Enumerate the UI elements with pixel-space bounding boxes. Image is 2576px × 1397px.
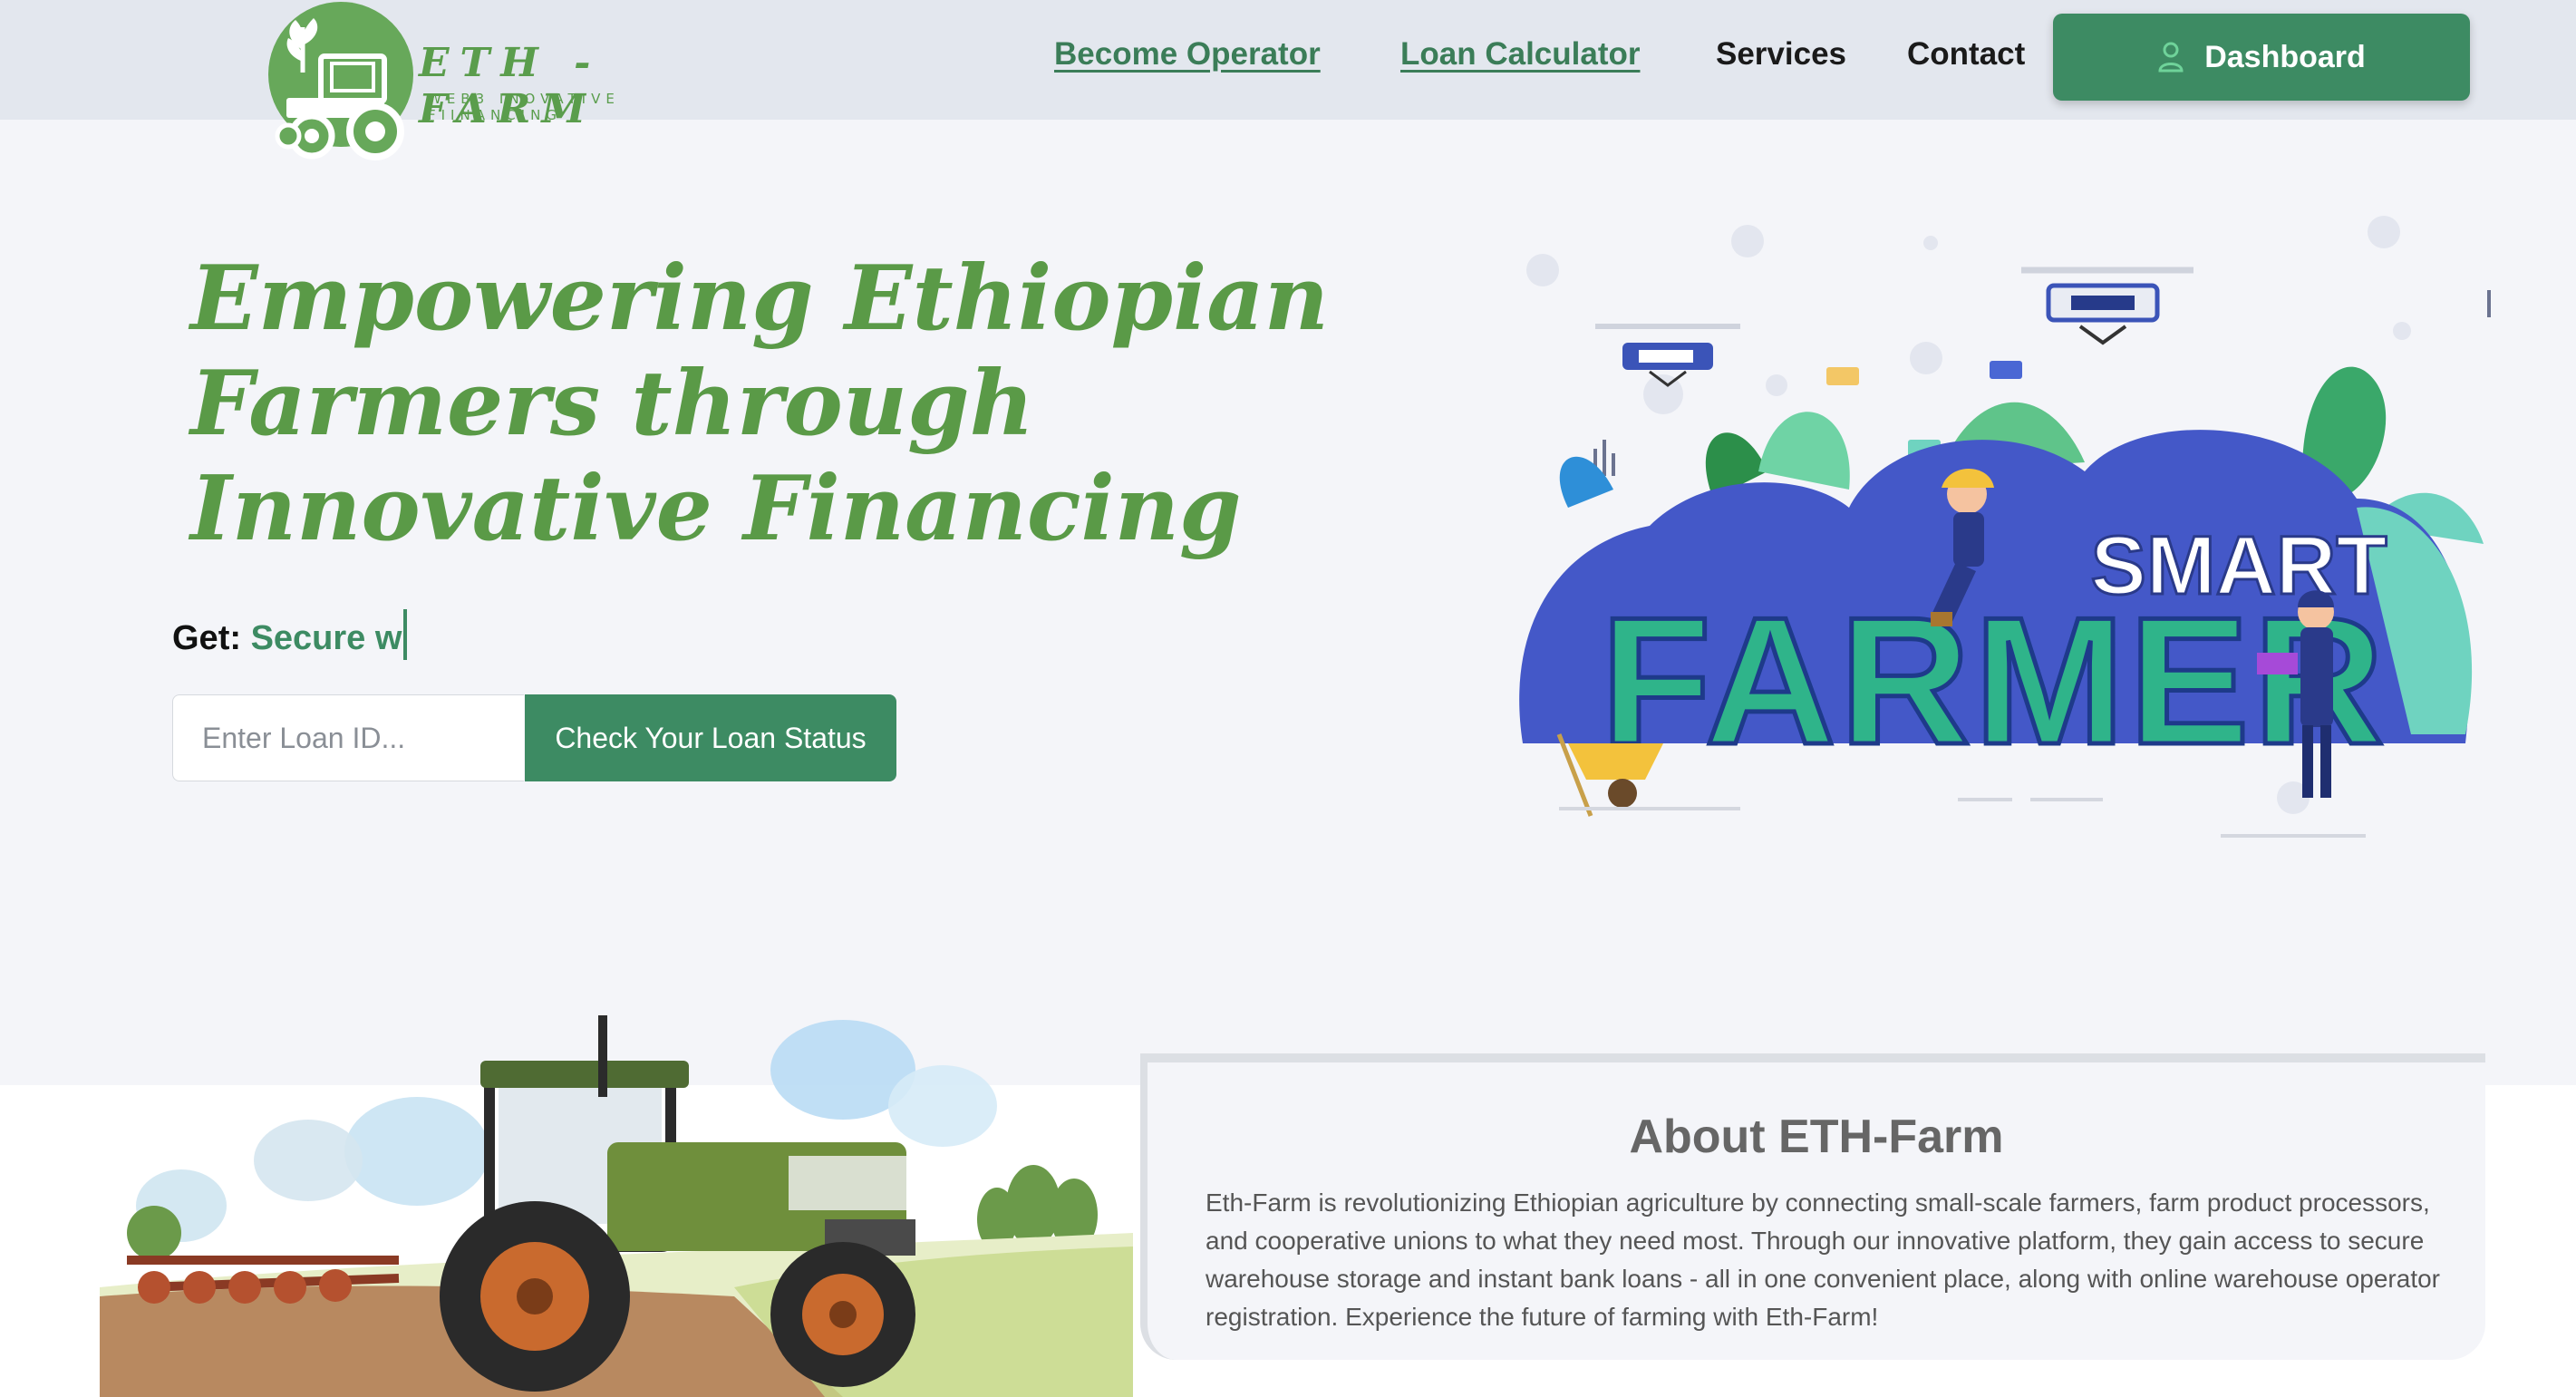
drone-icon <box>2021 267 2193 345</box>
nav-contact[interactable]: Contact <box>1907 36 2025 73</box>
brand-tagline: WEB3 INOVATIVE FIINANCING <box>428 91 620 123</box>
tractor-wheel <box>770 1242 915 1387</box>
top-navbar: ETH - FARM WEB3 INOVATIVE FIINANCING Bec… <box>0 0 2576 160</box>
check-loan-status-button[interactable]: Check Your Loan Status <box>525 694 896 781</box>
loan-id-input[interactable] <box>172 694 524 781</box>
get-label: Get: <box>172 619 241 657</box>
dashboard-label: Dashboard <box>2204 39 2366 74</box>
hero-title: Empowering Ethiopian Farmers through Inn… <box>190 247 1330 561</box>
brand-logo[interactable]: ETH - FARM WEB3 INOVATIVE FIINANCING <box>268 0 758 163</box>
tractor-wheel <box>440 1201 630 1392</box>
about-description: Eth-Farm is revolutionizing Ethiopian ag… <box>1206 1188 2441 1331</box>
nav-loan-calculator[interactable]: Loan Calculator <box>1400 36 1640 73</box>
typing-caret <box>403 609 408 660</box>
illustration-farmer-text: FARMER <box>1601 580 2387 782</box>
typewriter-row: Get: Secure w <box>172 609 408 660</box>
tractor-illustration <box>100 1015 1133 1397</box>
typewriter-text: Secure w <box>250 619 402 657</box>
about-card: About ETH-Farm Eth-Farm is revolutionizi… <box>1140 1053 2485 1360</box>
nav-become-operator[interactable]: Become Operator <box>1054 36 1321 73</box>
tractor-sprout-logo-icon <box>275 18 404 160</box>
nav-services[interactable]: Services <box>1716 36 1846 73</box>
user-icon <box>2158 42 2184 73</box>
about-title: About ETH-Farm <box>1629 1111 2004 1163</box>
smart-farmer-illustration: SMART FARMER <box>1519 216 2491 838</box>
dashboard-button[interactable]: Dashboard <box>2053 14 2470 101</box>
